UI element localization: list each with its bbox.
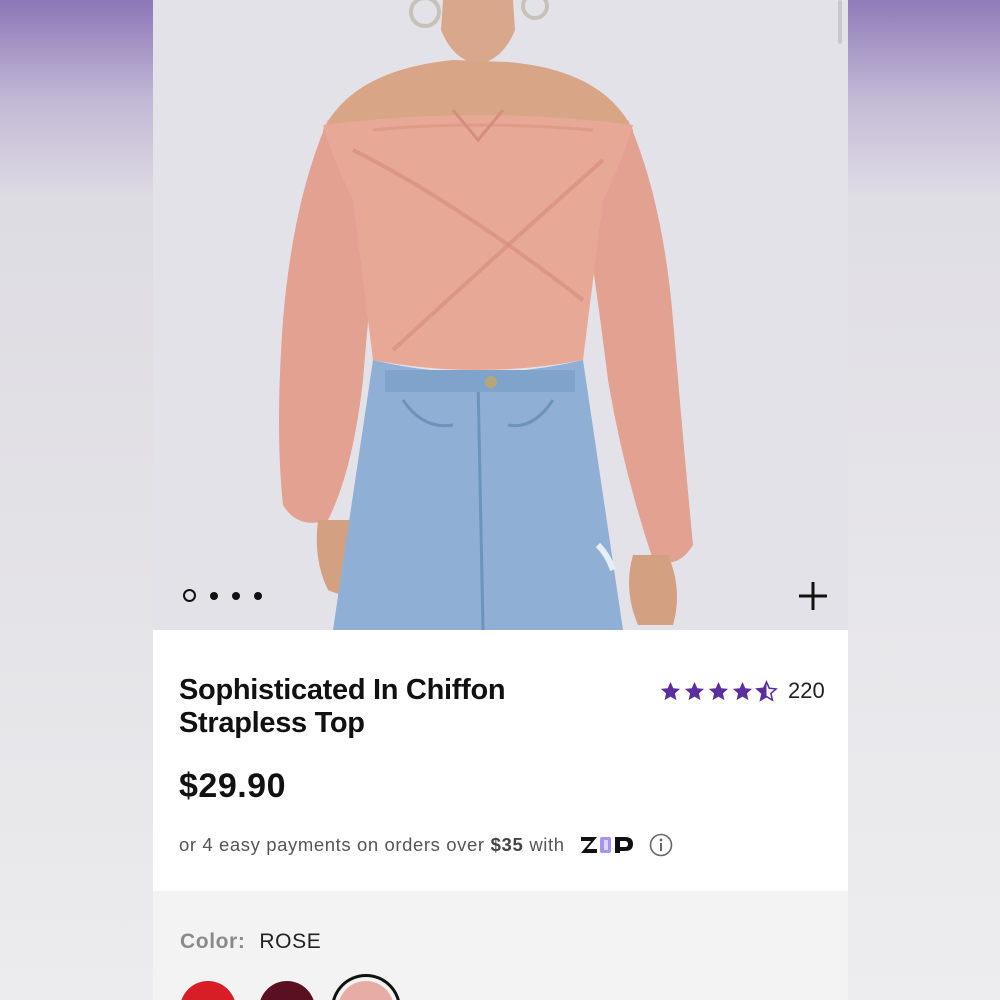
color-label: Color: [180, 930, 246, 953]
color-row: Color: ROSE [180, 930, 321, 954]
star-half-icon [755, 679, 778, 702]
color-selector: Color: ROSE [153, 891, 848, 1000]
product-info-panel: Sophisticated In Chiffon Strapless Top 2… [153, 630, 848, 891]
star-full-icon [732, 681, 753, 700]
background-left [0, 0, 153, 1000]
star-full-icon [708, 681, 729, 700]
payments-text: or 4 easy payments on orders over [179, 834, 485, 855]
product-photo [153, 0, 848, 630]
info-button[interactable] [649, 833, 673, 857]
color-value: ROSE [259, 930, 322, 953]
star-full-icon [684, 681, 705, 700]
color-swatch-rose[interactable] [338, 981, 394, 1000]
color-swatch-burgundy[interactable] [259, 981, 315, 1000]
gallery-pagination [183, 589, 262, 602]
star-full-icon [660, 681, 681, 700]
gallery-dot[interactable] [183, 589, 196, 602]
zoom-button[interactable] [793, 576, 833, 616]
gallery-dot[interactable] [254, 591, 262, 600]
installment-payments: or 4 easy payments on orders over $35 wi… [179, 833, 673, 857]
zip-logo-icon [580, 837, 633, 853]
payments-threshold: $35 [490, 834, 524, 855]
product-rating[interactable]: 220 [659, 678, 825, 704]
star-rating [659, 679, 778, 703]
info-icon [649, 833, 672, 857]
zip-logo[interactable] [579, 834, 635, 856]
color-swatch-red[interactable] [180, 981, 236, 1000]
review-count: 220 [788, 678, 825, 703]
payments-with: with [529, 834, 565, 855]
product-price: $29.90 [179, 767, 286, 805]
gallery-dot[interactable] [232, 591, 240, 600]
scroll-indicator [838, 0, 842, 44]
product-title: Sophisticated In Chiffon Strapless Top [179, 674, 506, 739]
background-right [848, 0, 1000, 1000]
product-image[interactable] [153, 0, 848, 630]
plus-icon [799, 582, 827, 610]
product-page: Sophisticated In Chiffon Strapless Top 2… [153, 0, 848, 1000]
gallery-dot[interactable] [210, 591, 218, 600]
